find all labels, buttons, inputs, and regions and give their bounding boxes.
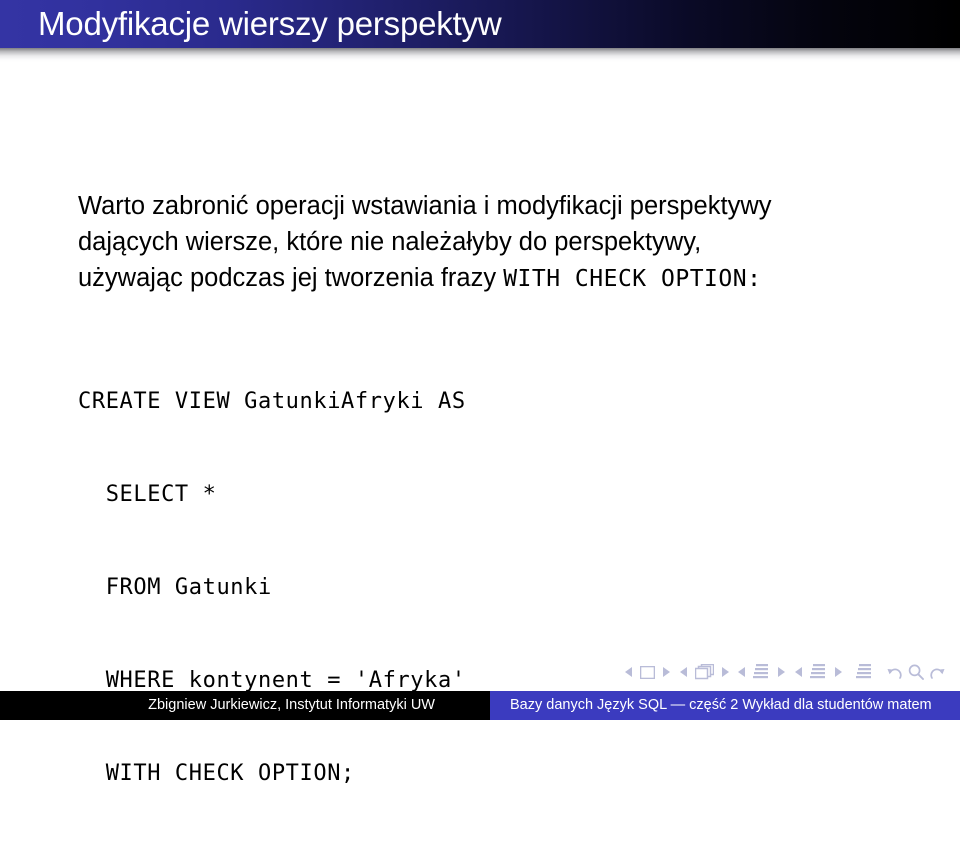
nav-spacer	[827, 672, 834, 673]
frames-stack-icon[interactable]	[694, 664, 714, 680]
footer-talk-title: Bazy danych Język SQL — część 2 Wykład d…	[510, 697, 932, 714]
nav-spacer	[785, 672, 795, 673]
nav-spacer	[746, 672, 753, 673]
code-line-1: CREATE VIEW GatunkiAfryki AS	[78, 389, 466, 414]
nav-group-frame	[679, 664, 729, 680]
triangle-right-icon[interactable]	[721, 667, 729, 677]
triangle-right-icon[interactable]	[662, 667, 670, 677]
paragraph-line-3: używając podczas jej tworzenia frazy WIT…	[78, 260, 908, 297]
presentation-overview-icon[interactable]	[855, 664, 873, 680]
nav-spacer	[842, 672, 856, 673]
code-line-3: FROM Gatunki	[78, 575, 272, 600]
footer-title-section: Bazy danych Język SQL — część 2 Wykład d…	[490, 691, 960, 720]
magnifier-icon[interactable]	[908, 664, 924, 680]
nav-spacer	[770, 672, 777, 673]
lines-stack-icon[interactable]	[809, 664, 827, 680]
nav-spacer	[729, 672, 739, 673]
slide-footer: Zbigniew Jurkiewicz, Instytut Informatyk…	[0, 691, 960, 720]
page-title: Modyfikacje wierszy perspektyw	[38, 4, 502, 42]
title-bar-shadow	[0, 48, 960, 63]
paragraph-line-3-text: używając podczas jej tworzenia frazy	[78, 264, 504, 292]
nav-spacer	[714, 672, 721, 673]
footer-author: Zbigniew Jurkiewicz, Instytut Informatyk…	[148, 697, 435, 714]
sql-code-block: CREATE VIEW GatunkiAfryki AS SELECT * FR…	[78, 324, 466, 851]
inline-code-with-check-option: WITH CHECK OPTION	[503, 266, 748, 292]
triangle-left-icon[interactable]	[679, 667, 688, 677]
nav-spacer	[633, 672, 640, 673]
nav-group-subsection	[738, 664, 786, 680]
nav-spacer	[873, 672, 887, 673]
presentation-slide: Modyfikacje wierszy perspektyw Warto zab…	[0, 0, 960, 786]
nav-spacer	[688, 672, 695, 673]
slide-title-bar: Modyfikacje wierszy perspektyw	[0, 0, 960, 48]
square-icon[interactable]	[640, 665, 655, 679]
triangle-left-icon[interactable]	[794, 667, 803, 677]
triangle-left-icon[interactable]	[625, 667, 633, 677]
paragraph-line-1: Warto zabronić operacji wstawiania i mod…	[78, 192, 772, 220]
nav-group-slide	[625, 665, 670, 679]
lines-stack-icon[interactable]	[753, 664, 770, 680]
triangle-right-icon[interactable]	[834, 667, 842, 677]
code-line-2: SELECT *	[78, 482, 217, 507]
footer-author-section: Zbigniew Jurkiewicz, Instytut Informatyk…	[0, 691, 490, 720]
nav-spacer	[803, 672, 810, 673]
redo-arrow-icon[interactable]	[929, 665, 945, 680]
nav-spacer	[670, 672, 680, 673]
triangle-left-icon[interactable]	[738, 667, 746, 677]
undo-arrow-icon[interactable]	[887, 665, 903, 680]
nav-spacer	[655, 672, 662, 673]
inline-code-suffix: :	[747, 266, 762, 292]
beamer-navigation-bar[interactable]	[625, 661, 945, 683]
nav-group-section	[794, 664, 842, 680]
code-line-5: WITH CHECK OPTION;	[78, 761, 355, 786]
body-paragraph: Warto zabronić operacji wstawiania i mod…	[78, 188, 908, 297]
slide-content: Warto zabronić operacji wstawiania i mod…	[0, 63, 960, 786]
paragraph-line-2: dających wiersze, które nie należałyby d…	[78, 228, 702, 256]
triangle-right-icon[interactable]	[777, 667, 786, 677]
